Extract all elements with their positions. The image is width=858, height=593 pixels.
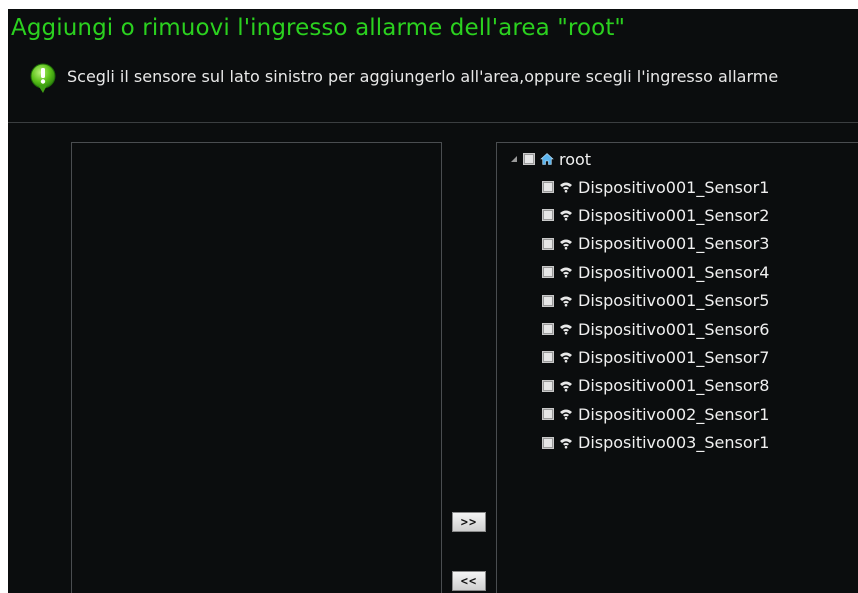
available-sensors-list[interactable]	[71, 142, 442, 593]
add-to-area-button[interactable]: >>	[452, 512, 486, 532]
home-icon	[540, 152, 554, 166]
sensor-icon	[559, 294, 573, 308]
sensor-checkbox[interactable]	[542, 237, 554, 250]
tree-node-label: Dispositivo001_Sensor2	[578, 205, 770, 225]
dialog-title: Aggiungi o rimuovi l'ingresso allarme de…	[11, 15, 626, 41]
area-sensor-tree: root Dispositivo001_Sensor1 Dispositivo0…	[496, 142, 858, 593]
sensor-icon	[559, 350, 573, 364]
sensor-checkbox[interactable]	[542, 209, 554, 222]
tree-node-sensor[interactable]: Dispositivo001_Sensor3	[542, 233, 769, 255]
sensor-icon	[559, 436, 573, 450]
tree-node-label: Dispositivo001_Sensor6	[578, 319, 770, 339]
sensor-checkbox[interactable]	[542, 351, 554, 364]
sensor-icon	[559, 208, 573, 222]
sensor-checkbox[interactable]	[542, 294, 554, 307]
sensor-icon	[559, 322, 573, 336]
tree-node-sensor[interactable]: Dispositivo003_Sensor1	[542, 432, 769, 454]
collapse-triangle-icon[interactable]	[509, 154, 519, 164]
tree-node-sensor[interactable]: Dispositivo001_Sensor2	[542, 204, 769, 226]
tree-node-label: Dispositivo001_Sensor8	[578, 376, 770, 396]
sensor-checkbox[interactable]	[542, 408, 554, 421]
tree-node-label: Dispositivo001_Sensor1	[578, 177, 770, 197]
sensor-icon	[559, 180, 573, 194]
tree-node-sensor[interactable]: Dispositivo001_Sensor7	[542, 346, 769, 368]
tree-node-label: root	[559, 149, 592, 169]
tree-node-sensor[interactable]: Dispositivo001_Sensor1	[542, 176, 769, 198]
tree-node-label: Dispositivo001_Sensor4	[578, 262, 770, 282]
tree-node-sensor[interactable]: Dispositivo002_Sensor1	[542, 403, 769, 425]
tree-node-sensor[interactable]: Dispositivo001_Sensor8	[542, 375, 769, 397]
sensor-icon	[559, 237, 573, 251]
sensor-checkbox[interactable]	[542, 323, 554, 335]
tree-node-label: Dispositivo001_Sensor5	[578, 291, 770, 311]
sensor-icon	[559, 407, 573, 421]
tree-node-sensor[interactable]: Dispositivo001_Sensor6	[542, 318, 769, 340]
sensor-checkbox[interactable]	[542, 266, 554, 279]
tree-node-label: Dispositivo001_Sensor3	[578, 234, 770, 254]
header-divider	[8, 122, 858, 123]
tree-node-label: Dispositivo003_Sensor1	[578, 433, 770, 453]
sensor-checkbox[interactable]	[542, 181, 554, 193]
sensor-icon	[559, 379, 573, 393]
tree-node-label: Dispositivo001_Sensor7	[578, 347, 770, 367]
sensor-icon	[559, 265, 573, 279]
tree-node-root[interactable]: root	[509, 148, 591, 170]
sensor-checkbox[interactable]	[542, 436, 554, 449]
hint-text: Scegli il sensore sul lato sinistro per …	[67, 67, 779, 86]
root-checkbox[interactable]	[523, 153, 535, 165]
tree-node-label: Dispositivo002_Sensor1	[578, 404, 770, 424]
remove-from-area-button[interactable]: <<	[452, 571, 486, 591]
info-bubble-icon	[29, 63, 57, 95]
tree-node-sensor[interactable]: Dispositivo001_Sensor4	[542, 261, 769, 283]
area-alarm-input-dialog: Aggiungi o rimuovi l'ingresso allarme de…	[8, 9, 858, 593]
sensor-checkbox[interactable]	[542, 379, 554, 392]
tree-node-sensor[interactable]: Dispositivo001_Sensor5	[542, 290, 769, 312]
